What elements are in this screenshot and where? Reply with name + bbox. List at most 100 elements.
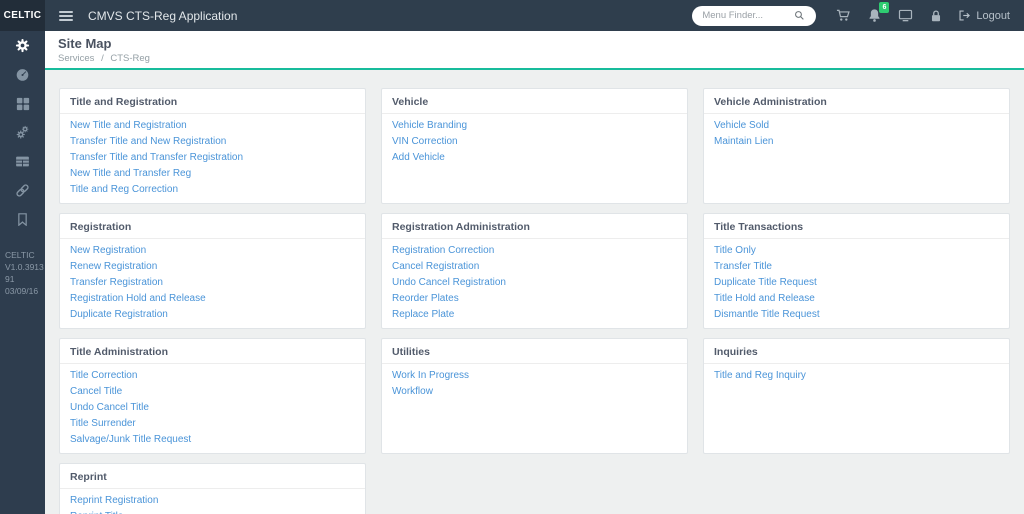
hamburger-menu-icon[interactable] [59, 10, 73, 21]
sitemap-link[interactable]: New Title and Transfer Reg [66, 166, 359, 182]
cart-icon[interactable] [836, 8, 851, 23]
menu-finder-search[interactable] [692, 5, 817, 26]
sitemap-link[interactable]: VIN Correction [388, 134, 681, 150]
breadcrumb-services[interactable]: Services [58, 53, 94, 64]
main-area: Site Map Services / CTS-Reg Title and Re… [45, 31, 1024, 514]
sitemap-link[interactable]: Reprint Registration [66, 493, 359, 509]
sidebar-item-dashboard[interactable] [0, 60, 45, 89]
sitemap-link[interactable]: Registration Correction [388, 243, 681, 259]
card-links: Work In Progress Workflow [382, 364, 687, 405]
sitemap-link[interactable]: Transfer Registration [66, 275, 359, 291]
brand-logo[interactable]: CELTIC [0, 0, 45, 31]
notifications-bell-icon[interactable]: 6 [867, 2, 890, 23]
card-title-administration: Title Administration Title Correction Ca… [59, 338, 366, 454]
logout-label: Logout [976, 9, 1010, 22]
lock-icon[interactable] [929, 9, 943, 23]
logout-button[interactable]: Logout [958, 9, 1010, 22]
sitemap-link[interactable]: Vehicle Sold [710, 118, 1003, 134]
grid-icon [16, 97, 30, 111]
sitemap-link[interactable]: Transfer Title and Transfer Registration [66, 150, 359, 166]
card-title: Registration Administration [382, 214, 687, 239]
sitemap-link[interactable]: Title Only [710, 243, 1003, 259]
sitemap-link[interactable]: Salvage/Junk Title Request [66, 432, 359, 448]
card-links: New Registration Renew Registration Tran… [60, 239, 365, 328]
card-links: Vehicle Branding VIN Correction Add Vehi… [382, 114, 687, 171]
card-title: Utilities [382, 339, 687, 364]
card-title-transactions: Title Transactions Title Only Transfer T… [703, 213, 1010, 329]
sidebar-item-records[interactable] [0, 147, 45, 176]
link-icon [15, 183, 30, 198]
sitemap-link[interactable]: Title Surrender [66, 416, 359, 432]
version-line: V1.0.3913 [5, 261, 44, 272]
sitemap-link[interactable]: Work In Progress [388, 368, 681, 384]
page-header: Site Map Services / CTS-Reg [45, 31, 1024, 70]
sitemap-link[interactable]: Transfer Title and New Registration [66, 134, 359, 150]
sitemap-link[interactable]: Cancel Title [66, 384, 359, 400]
breadcrumb: Services / CTS-Reg [58, 53, 1011, 64]
sitemap-grid: Title and Registration New Title and Reg… [59, 88, 1010, 514]
sitemap-link[interactable]: New Title and Registration [66, 118, 359, 134]
card-title-and-registration: Title and Registration New Title and Reg… [59, 88, 366, 204]
sitemap-link[interactable]: New Registration [66, 243, 359, 259]
sitemap-link[interactable]: Reorder Plates [388, 291, 681, 307]
sitemap-link[interactable]: Reprint Title [66, 509, 359, 514]
sidebar-item-services[interactable] [0, 118, 45, 147]
sitemap-link[interactable]: Transfer Title [710, 259, 1003, 275]
card-links: Title Only Transfer Title Duplicate Titl… [704, 239, 1009, 328]
sitemap-link[interactable]: Vehicle Branding [388, 118, 681, 134]
card-registration: Registration New Registration Renew Regi… [59, 213, 366, 329]
card-vehicle-administration: Vehicle Administration Vehicle Sold Main… [703, 88, 1010, 204]
gear-icon [15, 38, 30, 53]
breadcrumb-separator: / [101, 53, 104, 64]
card-title: Inquiries [704, 339, 1009, 364]
card-title: Title Administration [60, 339, 365, 364]
sitemap-link[interactable]: Title and Reg Correction [66, 182, 359, 198]
dashboard-icon [15, 67, 30, 82]
sitemap-link[interactable]: Add Vehicle [388, 150, 681, 166]
sitemap-link[interactable]: Title Correction [66, 368, 359, 384]
search-input[interactable] [702, 10, 795, 21]
card-title: Title Transactions [704, 214, 1009, 239]
cogs-icon [15, 125, 30, 140]
version-line: 91 [5, 273, 15, 284]
monitor-icon[interactable] [898, 8, 913, 23]
sitemap-link[interactable]: Duplicate Title Request [710, 275, 1003, 291]
card-links: Title and Reg Inquiry [704, 364, 1009, 389]
bookmark-icon [16, 213, 29, 226]
card-reprint: Reprint Reprint Registration Reprint Tit… [59, 463, 366, 514]
app-version-info: CELTIC V1.0.3913 91 03/09/16 [0, 234, 45, 298]
card-title: Registration [60, 214, 365, 239]
sitemap-link[interactable]: Title and Reg Inquiry [710, 368, 1003, 384]
breadcrumb-cts-reg[interactable]: CTS-Reg [110, 53, 150, 64]
card-title: Title and Registration [60, 89, 365, 114]
card-links: Title Correction Cancel Title Undo Cance… [60, 364, 365, 453]
card-links: New Title and Registration Transfer Titl… [60, 114, 365, 203]
sitemap-link[interactable]: Workflow [388, 384, 681, 400]
card-inquiries: Inquiries Title and Reg Inquiry [703, 338, 1010, 454]
card-links: Registration Correction Cancel Registrat… [382, 239, 687, 328]
version-line: CELTIC [5, 250, 35, 260]
sitemap-link[interactable]: Duplicate Registration [66, 307, 359, 323]
sitemap-link[interactable]: Dismantle Title Request [710, 307, 1003, 323]
sidebar-item-settings[interactable] [0, 31, 45, 60]
sidebar-item-modules[interactable] [0, 89, 45, 118]
sitemap-link[interactable]: Maintain Lien [710, 134, 1003, 150]
sitemap-link[interactable]: Undo Cancel Registration [388, 275, 681, 291]
notification-badge: 6 [879, 2, 890, 13]
sidebar-item-links[interactable] [0, 176, 45, 205]
search-icon[interactable] [794, 10, 805, 21]
sitemap-link[interactable]: Undo Cancel Title [66, 400, 359, 416]
logout-icon [958, 9, 971, 22]
app-title: CMVS CTS-Reg Application [88, 8, 238, 23]
left-sidebar: CELTIC V1.0.3913 91 03/09/16 [0, 31, 45, 514]
sitemap-link[interactable]: Cancel Registration [388, 259, 681, 275]
sitemap-link[interactable]: Renew Registration [66, 259, 359, 275]
table-icon [15, 154, 30, 169]
sitemap-link[interactable]: Registration Hold and Release [66, 291, 359, 307]
sitemap-link[interactable]: Title Hold and Release [710, 291, 1003, 307]
card-title: Reprint [60, 464, 365, 489]
sitemap-link[interactable]: Replace Plate [388, 307, 681, 323]
sidebar-item-bookmarks[interactable] [0, 205, 45, 234]
sitemap-content: Title and Registration New Title and Reg… [45, 70, 1024, 514]
card-links: Reprint Registration Reprint Title [60, 489, 365, 514]
